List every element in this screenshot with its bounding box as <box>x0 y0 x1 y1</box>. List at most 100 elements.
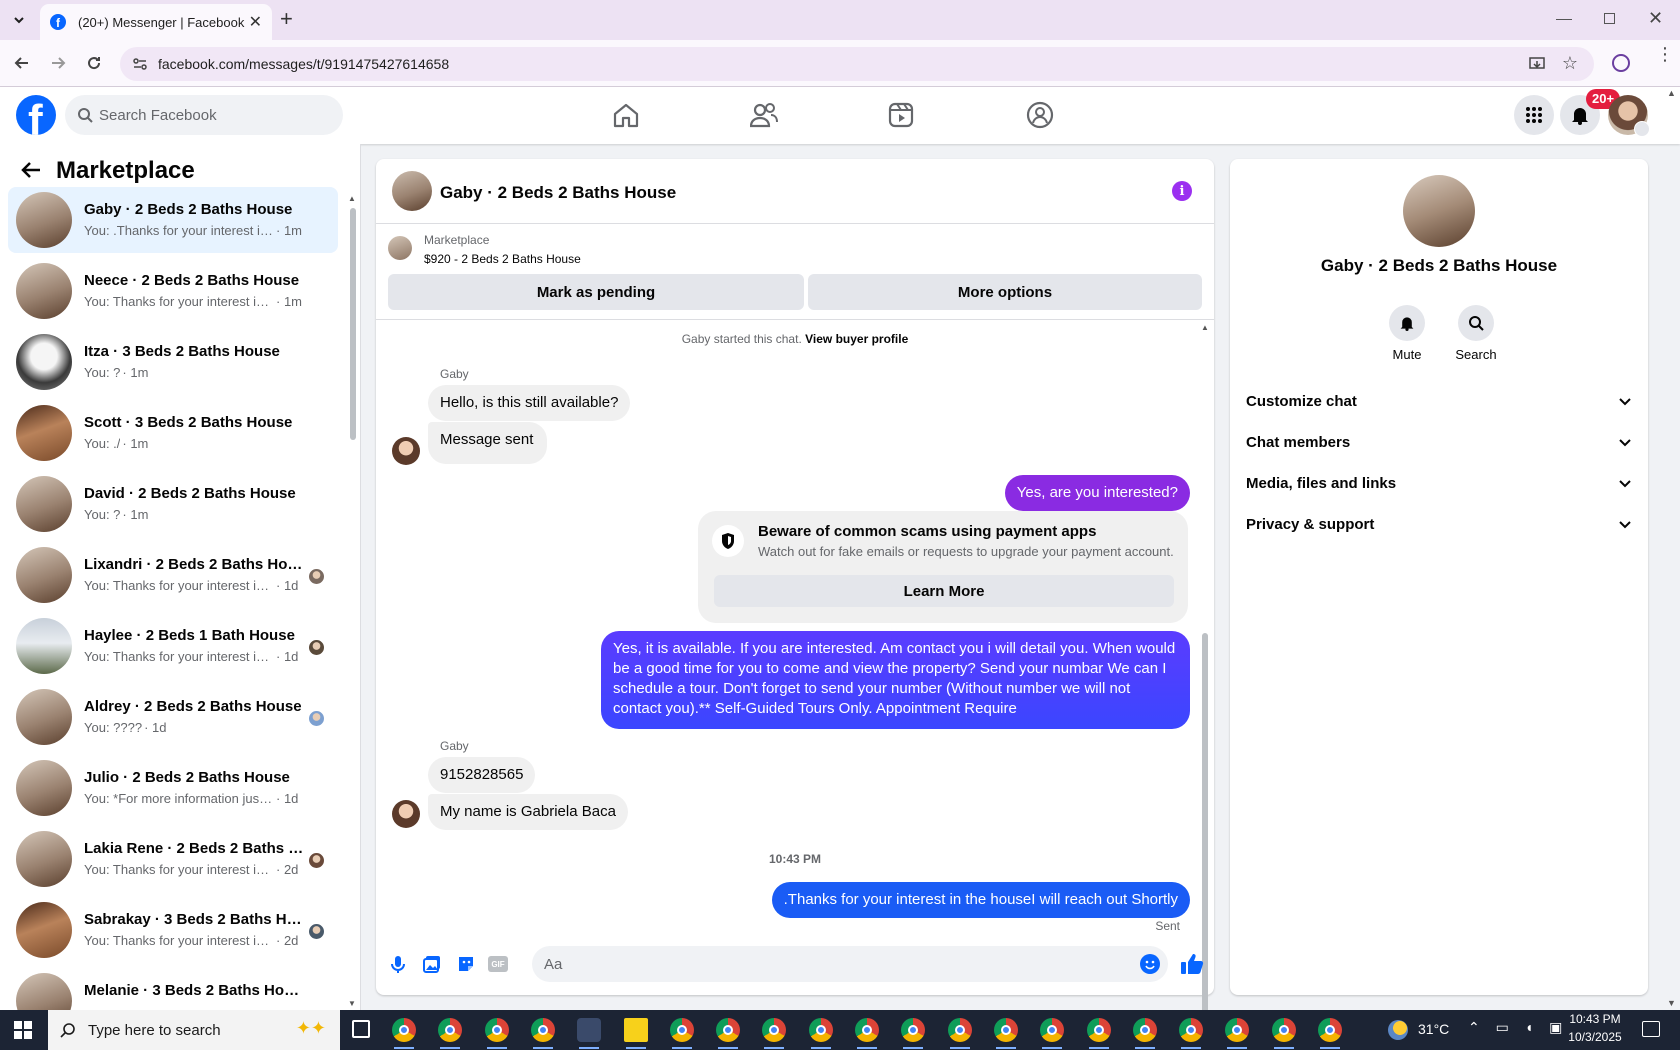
address-bar[interactable]: facebook.com/messages/t/9191475427614658… <box>120 47 1594 81</box>
customize-chat-section[interactable]: Customize chat <box>1246 381 1632 421</box>
chrome-icon[interactable] <box>392 1018 416 1049</box>
browser-tab[interactable]: f (20+) Messenger | Facebook ✕ <box>40 4 272 40</box>
restore-button[interactable] <box>1604 13 1615 24</box>
listing-price[interactable]: $920 - 2 Beds 2 Baths House <box>424 252 581 266</box>
sender-avatar[interactable] <box>392 437 420 465</box>
learn-more-button[interactable]: Learn More <box>714 575 1174 607</box>
chrome-icon[interactable] <box>901 1018 926 1049</box>
chat-list-item[interactable]: Lixandri · 2 Beds 2 Baths House You: Than… <box>8 542 338 608</box>
sticker-button[interactable] <box>456 954 476 974</box>
clock-time[interactable]: 10:43 PM <box>1560 1012 1630 1026</box>
listing-thumbnail[interactable] <box>388 236 412 260</box>
bookmark-star-icon[interactable]: ☆ <box>1562 53 1578 74</box>
chrome-icon[interactable] <box>808 1018 833 1049</box>
search-conversation-button[interactable]: Search <box>1450 305 1502 362</box>
chat-list-item[interactable]: Julio · 2 Beds 2 Baths House You: *For mo… <box>8 755 338 821</box>
chat-list-item[interactable]: Aldrey · 2 Beds 2 Baths House You: ???? · … <box>8 684 338 750</box>
nav-friends[interactable] <box>750 102 778 128</box>
site-info-icon[interactable] <box>132 56 148 72</box>
notification-center-icon[interactable] <box>1642 1021 1660 1037</box>
chrome-icon[interactable] <box>993 1018 1018 1049</box>
chrome-icon[interactable] <box>1271 1018 1296 1049</box>
emoji-icon[interactable] <box>1140 954 1160 974</box>
taskbar-search-box[interactable]: Type here to search ✦✦ <box>48 1010 340 1050</box>
chat-list-item[interactable]: Neece · 2 Beds 2 Baths House You: Thanks … <box>8 258 338 324</box>
start-button[interactable] <box>14 1021 32 1039</box>
incoming-message[interactable]: 9152828565 <box>428 757 536 793</box>
task-view-button[interactable] <box>352 1020 370 1038</box>
chrome-icon[interactable] <box>530 1018 555 1049</box>
message-scrollbar[interactable]: ▲ ▼ <box>1200 323 1210 1050</box>
browser-menu-icon[interactable]: ⋮ <box>1656 45 1674 63</box>
more-options-button[interactable]: More options <box>808 274 1202 310</box>
incoming-message[interactable]: My name is Gabriela Baca <box>428 794 628 830</box>
mark-pending-button[interactable]: Mark as pending <box>388 274 804 310</box>
system-tray-icons[interactable]: ⌃ ▭ ◖ ▣ <box>1468 1019 1568 1036</box>
outgoing-message[interactable]: Yes, are you interested? <box>1004 475 1190 511</box>
sender-avatar[interactable] <box>392 800 420 828</box>
clock-date[interactable]: 10/3/2025 <box>1560 1030 1630 1044</box>
chat-list-item[interactable]: Gaby · 2 Beds 2 Baths House You: .Thanks … <box>8 187 338 253</box>
like-button[interactable] <box>1180 953 1204 975</box>
close-window-button[interactable]: ✕ <box>1648 8 1663 29</box>
chat-list-item[interactable]: Sabrakay · 3 Beds 2 Baths Ho... You: Than… <box>8 897 338 963</box>
forward-button[interactable] <box>48 53 68 73</box>
new-tab-button[interactable]: + <box>280 8 293 30</box>
profile-icon[interactable] <box>1612 54 1630 72</box>
gif-button[interactable]: GIF <box>488 956 508 972</box>
mute-button[interactable]: Mute <box>1382 305 1432 362</box>
chat-list-item[interactable]: Haylee · 2 Beds 1 Bath House You: Thanks … <box>8 613 338 679</box>
attach-photo-button[interactable] <box>422 954 442 974</box>
chrome-icon[interactable] <box>716 1018 741 1049</box>
nav-video[interactable] <box>888 102 914 128</box>
message-input[interactable]: Aa <box>532 946 1168 982</box>
privacy-support-section[interactable]: Privacy & support <box>1246 504 1632 544</box>
chat-list-item[interactable]: Lakia Rene · 2 Beds 2 Baths H... You: Tha… <box>8 826 338 892</box>
chrome-icon[interactable] <box>762 1018 787 1049</box>
chrome-icon[interactable] <box>1225 1018 1250 1049</box>
conversation-info-button[interactable]: i <box>1172 181 1192 201</box>
chrome-icon[interactable] <box>1132 1018 1157 1049</box>
chrome-icon[interactable] <box>484 1018 509 1049</box>
facebook-logo[interactable]: f <box>16 95 56 135</box>
menu-button[interactable] <box>1514 95 1554 135</box>
sticky-notes-icon[interactable] <box>623 1018 648 1049</box>
weather-icon[interactable] <box>1388 1020 1408 1040</box>
outgoing-message[interactable]: Yes, it is available. If you are interes… <box>601 631 1190 729</box>
nav-groups[interactable] <box>1026 101 1054 129</box>
chrome-icon[interactable] <box>669 1018 694 1049</box>
chrome-icon[interactable] <box>947 1018 972 1049</box>
account-chevron-icon[interactable] <box>1634 121 1650 137</box>
conversation-title[interactable]: Gaby · 2 Beds 2 Baths House <box>440 183 676 203</box>
chrome-icon[interactable] <box>1318 1018 1342 1049</box>
chrome-icon[interactable] <box>1179 1018 1204 1049</box>
temperature-text[interactable]: 31°C <box>1418 1021 1449 1037</box>
incoming-message[interactable]: Hello, is this still available? <box>428 385 631 421</box>
nav-home[interactable] <box>612 102 640 128</box>
minimize-button[interactable] <box>1556 10 1572 20</box>
incoming-message[interactable]: Message sent <box>428 422 548 464</box>
conversation-avatar[interactable] <box>392 171 432 211</box>
chrome-icon[interactable] <box>438 1018 463 1049</box>
chrome-icon[interactable] <box>1040 1018 1065 1049</box>
media-files-links-section[interactable]: Media, files and links <box>1246 463 1632 503</box>
details-avatar[interactable] <box>1403 175 1475 247</box>
close-tab-icon[interactable]: ✕ <box>249 12 262 32</box>
chat-list-item[interactable]: Melanie · 3 Beds 2 Baths House <box>8 968 338 1010</box>
view-buyer-profile-link[interactable]: View buyer profile <box>805 332 908 346</box>
chat-list-item[interactable]: David · 2 Beds 2 Baths House You: ? · 1m <box>8 471 338 537</box>
chat-members-section[interactable]: Chat members <box>1246 422 1632 462</box>
back-button[interactable] <box>12 53 32 73</box>
chat-list-item[interactable]: Scott · 3 Beds 2 Baths House You: ./· 1m <box>8 400 338 466</box>
chat-list-scrollbar[interactable]: ▲ ▼ <box>348 194 358 1010</box>
install-app-icon[interactable] <box>1528 55 1546 73</box>
pinned-app-icon[interactable] <box>577 1018 602 1049</box>
facebook-search-input[interactable]: Search Facebook <box>65 95 343 135</box>
chrome-icon[interactable] <box>1086 1018 1111 1049</box>
page-scrollbar[interactable]: ▲ ▼ <box>1664 88 1678 1008</box>
reload-button[interactable] <box>84 53 104 73</box>
voice-clip-button[interactable] <box>388 954 408 974</box>
chrome-icon[interactable] <box>855 1018 879 1049</box>
tab-search-button[interactable] <box>8 9 30 31</box>
outgoing-message[interactable]: .Thanks for your interest in the houseI … <box>771 882 1190 918</box>
